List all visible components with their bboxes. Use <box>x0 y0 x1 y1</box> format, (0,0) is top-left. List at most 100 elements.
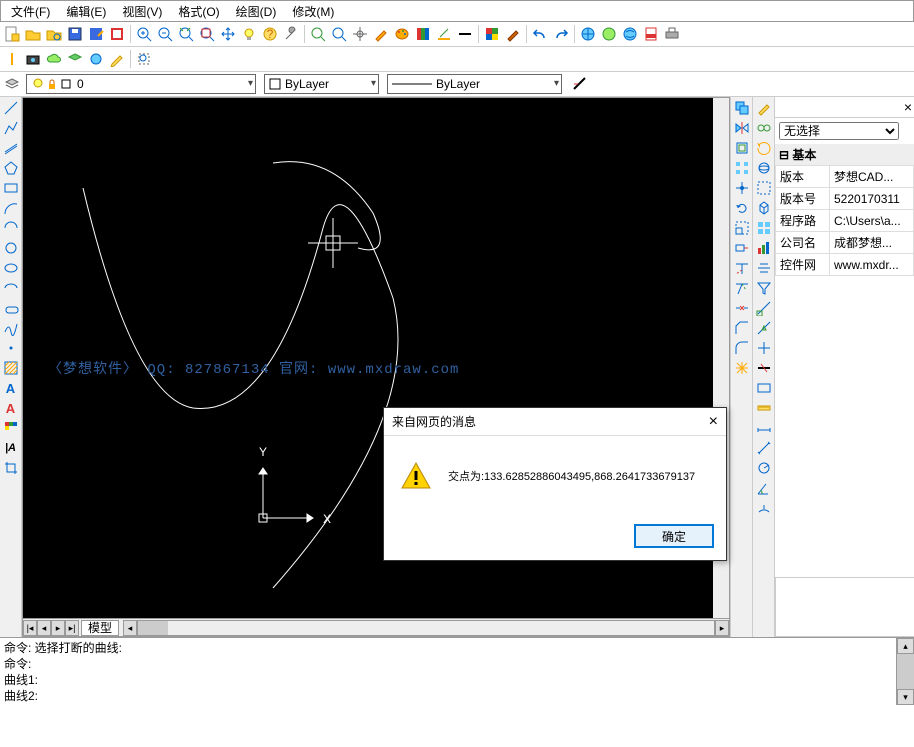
fillet-icon[interactable] <box>733 339 751 357</box>
strike-icon[interactable] <box>755 359 773 377</box>
rect2-icon[interactable] <box>755 379 773 397</box>
arc2-tool-icon[interactable] <box>2 219 20 237</box>
point-tool-icon[interactable] <box>2 339 20 357</box>
globe2-icon[interactable] <box>599 24 619 44</box>
snap-perp-icon[interactable] <box>755 339 773 357</box>
hscroll-right-icon[interactable]: ▸ <box>715 620 729 636</box>
dialog-ok-button[interactable]: 确定 <box>634 524 714 548</box>
layers-stack-icon[interactable] <box>413 24 433 44</box>
break-icon[interactable] <box>733 299 751 317</box>
dim-aligned-icon[interactable] <box>755 439 773 457</box>
ellipse-tool-icon[interactable] <box>2 259 20 277</box>
camera-icon[interactable] <box>23 49 43 69</box>
printer-icon[interactable] <box>662 24 682 44</box>
menu-file[interactable]: 文件(F) <box>3 1 58 22</box>
zoom-out-icon[interactable] <box>155 24 175 44</box>
layer-manager-icon[interactable] <box>2 74 22 94</box>
extend-icon[interactable] <box>733 279 751 297</box>
offset-icon[interactable] <box>733 139 751 157</box>
mline-tool-icon[interactable] <box>2 139 20 157</box>
hscroll-thumb[interactable] <box>138 621 168 635</box>
snap-end-icon[interactable] <box>755 299 773 317</box>
hscroll-left-icon[interactable]: ◂ <box>123 620 137 636</box>
selection-combo[interactable]: 无选择 <box>779 122 899 140</box>
menu-edit[interactable]: 编辑(E) <box>58 1 114 22</box>
canvas-hscroll[interactable]: ◂ ▸ <box>123 620 729 636</box>
dim-angle-icon[interactable] <box>755 479 773 497</box>
undo-icon[interactable] <box>530 24 550 44</box>
cmd-vscroll[interactable]: ▴ ▾ <box>896 638 914 705</box>
pan-icon[interactable] <box>218 24 238 44</box>
mirror-icon[interactable] <box>733 119 751 137</box>
chamfer-icon[interactable] <box>733 319 751 337</box>
chart-icon[interactable] <box>755 239 773 257</box>
category-basic[interactable]: ⊟ 基本 <box>775 144 914 165</box>
save-as-icon[interactable] <box>86 24 106 44</box>
layer-green-icon[interactable] <box>65 49 85 69</box>
menu-view[interactable]: 视图(V) <box>114 1 170 22</box>
zoom-extents-icon[interactable] <box>197 24 217 44</box>
palette-icon[interactable] <box>392 24 412 44</box>
vscroll-thumb[interactable] <box>897 654 914 694</box>
bulb-icon[interactable] <box>239 24 259 44</box>
dim-linear-icon[interactable] <box>755 419 773 437</box>
divider-icon[interactable] <box>2 49 22 69</box>
command-history[interactable]: 命令: 选择打断的曲线: 命令: 曲线1: 曲线2: <box>0 638 896 705</box>
zoom-window-icon[interactable] <box>176 24 196 44</box>
cloud-icon[interactable] <box>44 49 64 69</box>
zoom-in-icon[interactable] <box>134 24 154 44</box>
scale-icon[interactable] <box>733 219 751 237</box>
properties-close-icon[interactable]: × <box>904 99 912 115</box>
polygon-tool-icon[interactable] <box>2 159 20 177</box>
orbit-icon[interactable] <box>755 159 773 177</box>
align-icon[interactable] <box>755 259 773 277</box>
globe1-icon[interactable] <box>578 24 598 44</box>
snap-mid-icon[interactable] <box>755 319 773 337</box>
filter-icon[interactable] <box>755 279 773 297</box>
dim-radius-icon[interactable] <box>755 459 773 477</box>
mtext-tool-icon[interactable]: A <box>2 379 20 397</box>
cycle-icon[interactable] <box>755 139 773 157</box>
globe3-icon[interactable] <box>620 24 640 44</box>
target-icon[interactable] <box>350 24 370 44</box>
revcloud-tool-icon[interactable] <box>2 299 20 317</box>
save-icon[interactable] <box>65 24 85 44</box>
brush-tool-icon[interactable] <box>755 99 773 117</box>
tab-prev-icon[interactable]: ◂ <box>37 620 51 636</box>
line-tool-icon[interactable] <box>2 99 20 117</box>
pattern-tool-icon[interactable] <box>2 419 20 437</box>
tab-next-icon[interactable]: ▸ <box>51 620 65 636</box>
box-sel-icon[interactable] <box>755 179 773 197</box>
stretch-icon[interactable] <box>733 239 751 257</box>
arc-tool-icon[interactable] <box>2 199 20 217</box>
group-icon[interactable] <box>755 119 773 137</box>
open-icon[interactable] <box>23 24 43 44</box>
pencil-icon[interactable] <box>107 49 127 69</box>
pdf-icon[interactable] <box>641 24 661 44</box>
text-tool-icon[interactable]: A <box>2 399 20 417</box>
linetype-combo[interactable]: ByLayer ▾ <box>387 74 562 94</box>
trim-icon[interactable] <box>733 259 751 277</box>
circle-tool-icon[interactable] <box>2 239 20 257</box>
line-btn-icon[interactable] <box>455 24 475 44</box>
import-icon[interactable] <box>107 24 127 44</box>
vscroll-up-icon[interactable]: ▴ <box>897 638 914 654</box>
copy-icon[interactable] <box>733 99 751 117</box>
brush2-icon[interactable] <box>503 24 523 44</box>
dialog-close-icon[interactable]: × <box>709 413 718 431</box>
menu-format[interactable]: 格式(O) <box>170 1 227 22</box>
arc-measure-icon[interactable] <box>755 499 773 517</box>
help-icon[interactable]: ? <box>260 24 280 44</box>
lineweight-icon[interactable] <box>570 74 590 94</box>
rect-select-icon[interactable] <box>134 49 154 69</box>
tab-last-icon[interactable]: ▸| <box>65 620 79 636</box>
circle-blue-icon[interactable] <box>86 49 106 69</box>
rect-tool-icon[interactable] <box>2 179 20 197</box>
rotate-icon[interactable] <box>733 199 751 217</box>
model-tab[interactable]: 模型 <box>81 620 119 636</box>
wrench-icon[interactable] <box>281 24 301 44</box>
folder-search-icon[interactable] <box>44 24 64 44</box>
array-icon[interactable] <box>733 159 751 177</box>
underline-icon[interactable] <box>434 24 454 44</box>
itext-tool-icon[interactable]: |A <box>2 439 20 457</box>
